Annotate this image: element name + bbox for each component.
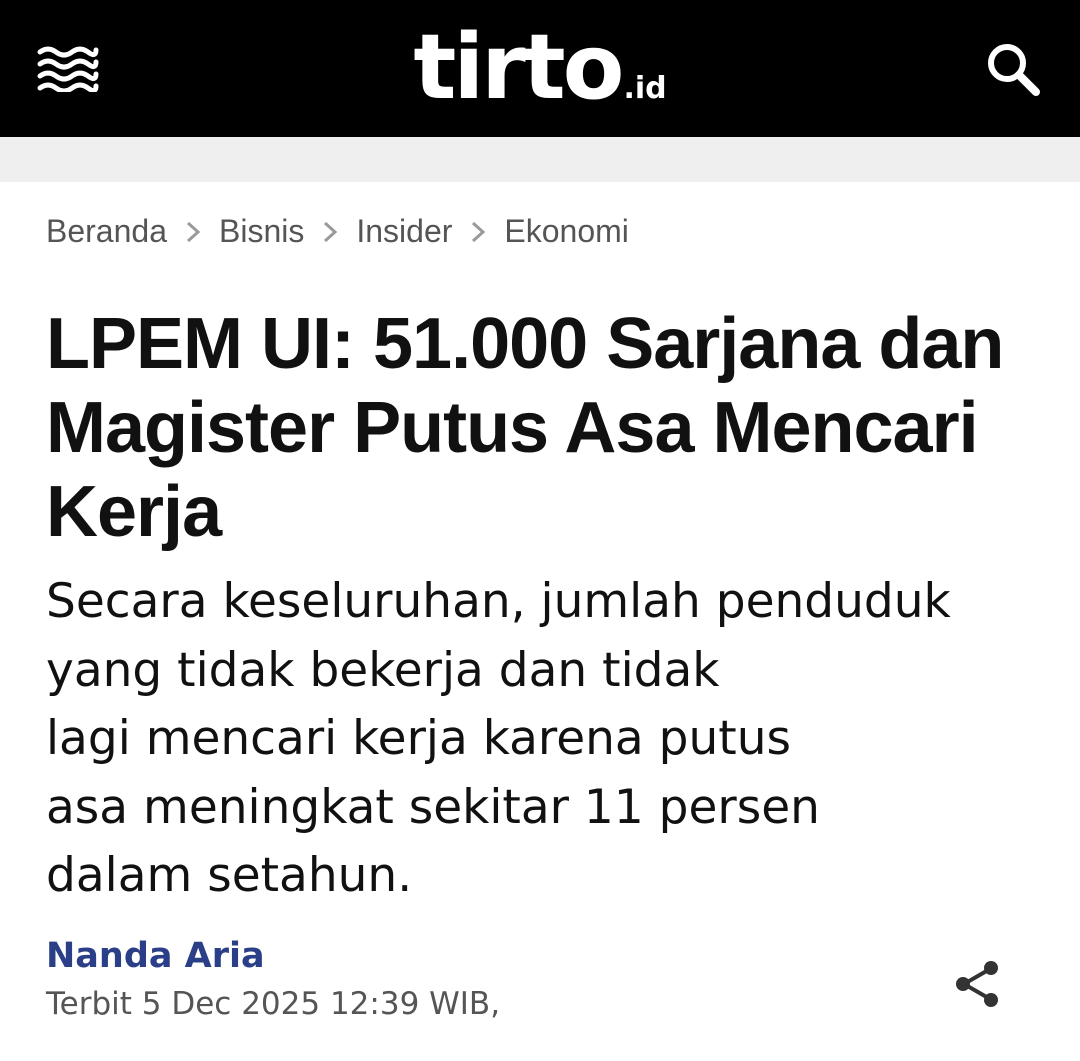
lede-line: yang tidak bekerja dan tidak: [46, 642, 720, 698]
chevron-right-icon: [167, 216, 219, 246]
lede-line: dalam setahun.: [46, 848, 413, 903]
logo-wordmark: tirto: [413, 15, 624, 120]
lede-line: Secara keseluruhan, jumlah penduduk: [46, 574, 951, 629]
article-lede: Secara keseluruhan, jumlah penduduk yang…: [46, 568, 1046, 911]
breadcrumb-item-insider[interactable]: Insider: [356, 213, 452, 250]
lede-line: asa meningkat sekitar 11 persen: [46, 779, 820, 835]
share-icon: [956, 961, 998, 1007]
chevron-right-icon: [452, 216, 504, 246]
article-title: LPEM UI: 51.000 Sarjana dan Magister Put…: [46, 304, 1004, 552]
chevron-right-icon: [304, 216, 356, 246]
logo-domain-suffix: .id: [623, 71, 667, 106]
share-button[interactable]: [952, 958, 1004, 1010]
lede-line: lagi mencari kerja karena putus: [46, 711, 791, 766]
site-logo[interactable]: tirto.id: [0, 18, 1080, 118]
breadcrumb-item-ekonomi[interactable]: Ekonomi: [504, 213, 629, 250]
search-button[interactable]: [984, 40, 1042, 98]
top-navigation-bar: tirto.id: [0, 0, 1080, 137]
author-link[interactable]: Nanda Aria: [46, 936, 265, 976]
breadcrumb-item-bisnis[interactable]: Bisnis: [219, 213, 304, 250]
breadcrumb: Beranda Bisnis Insider Ekonomi: [46, 208, 629, 254]
search-icon: [988, 44, 1040, 96]
breadcrumb-item-beranda[interactable]: Beranda: [46, 213, 167, 250]
header-spacer-band: [0, 137, 1080, 182]
publish-timestamp: Terbit 5 Dec 2025 12:39 WIB,: [46, 986, 501, 1022]
